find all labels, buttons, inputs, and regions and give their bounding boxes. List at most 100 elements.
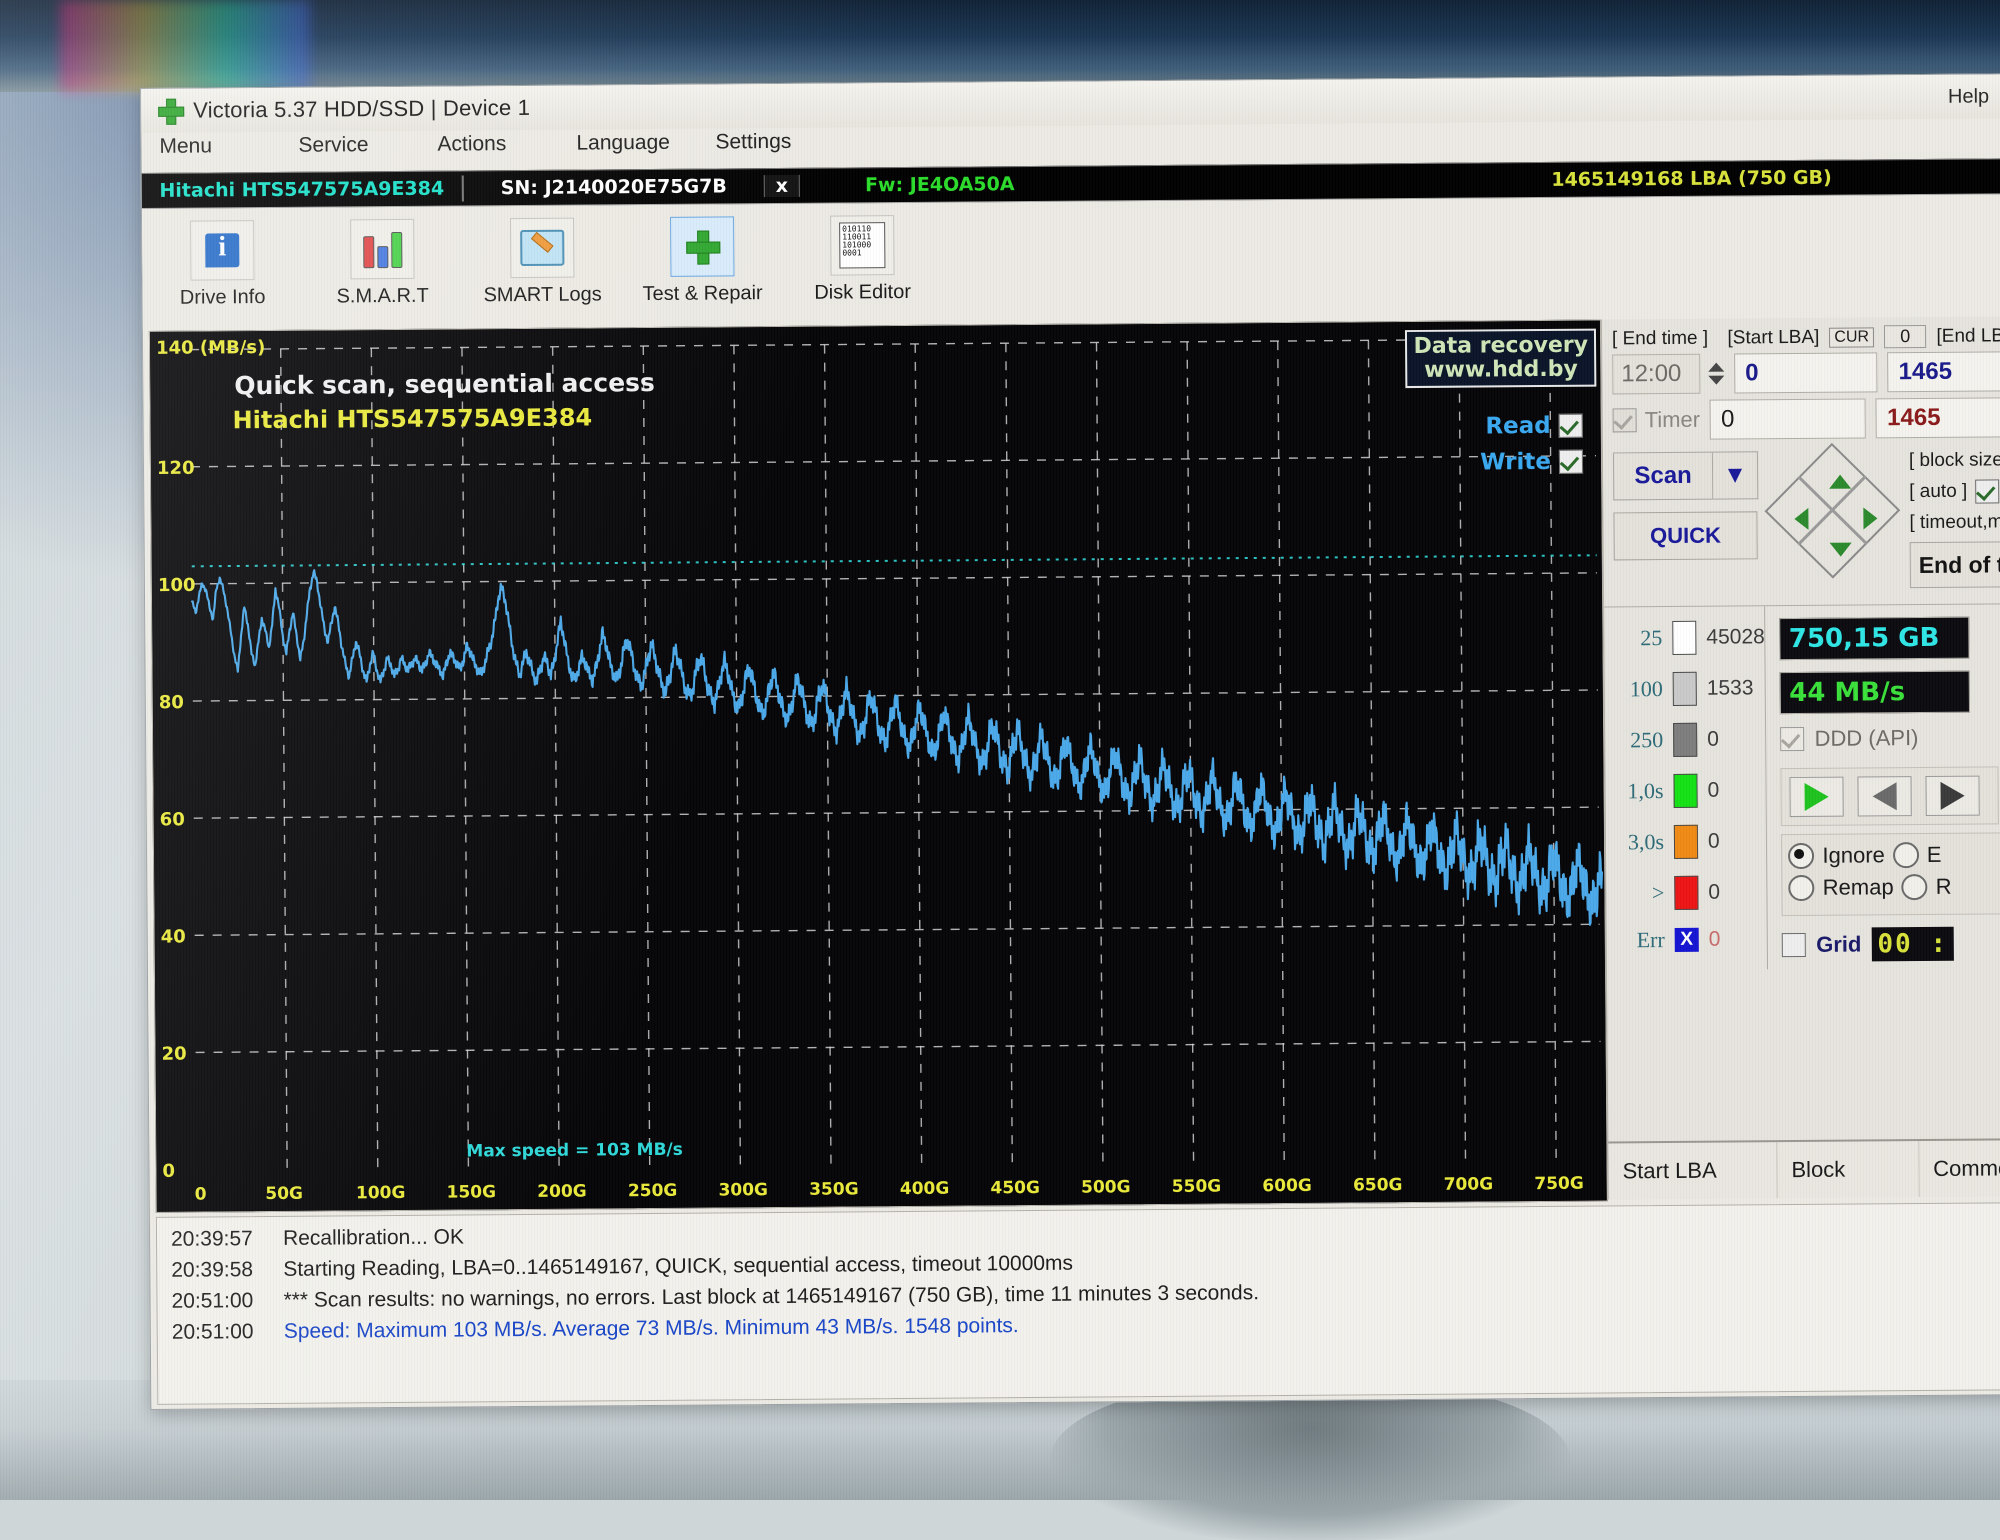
device-model: Hitachi HTS547575A9E384: [159, 177, 445, 202]
restore-radio[interactable]: [1901, 873, 1928, 901]
stat-threshold: >: [1651, 880, 1665, 906]
svg-text:550G: 550G: [1172, 1177, 1222, 1197]
start-lba-input-secondary[interactable]: 0: [1709, 398, 1867, 440]
svg-text:500G: 500G: [1081, 1177, 1131, 1197]
stat-count: 0: [1708, 880, 1721, 904]
auto-label: [ auto ]: [1909, 480, 1968, 503]
end-lba-input[interactable]: 1465: [1887, 351, 2000, 393]
quick-button[interactable]: QUICK: [1613, 511, 1758, 561]
capacity-display: 750,15 GB: [1779, 616, 1970, 661]
timer-checkbox[interactable]: [1612, 408, 1637, 433]
log-message: Recallibration... OK: [282, 1225, 465, 1250]
toolbar-button-drive-info[interactable]: Drive Info: [170, 220, 275, 331]
ddd-api-toggle[interactable]: DDD (API): [1780, 724, 2000, 752]
stat-threshold: 100: [1629, 676, 1663, 702]
ignore-radio[interactable]: [1788, 842, 1815, 870]
log-panel[interactable]: 20:39:57 Recallibration... OK 20:39:58 S…: [155, 1202, 2000, 1405]
svg-text:650G: 650G: [1353, 1175, 1403, 1195]
menu-item-language[interactable]: Language: [576, 128, 715, 157]
svg-text:350G: 350G: [809, 1179, 859, 1199]
column-block[interactable]: Block: [1777, 1141, 1920, 1199]
menu-item-service[interactable]: Service: [298, 131, 437, 160]
write-checkbox[interactable]: [1558, 449, 1584, 474]
svg-text:200G: 200G: [537, 1182, 587, 1202]
scan-graph[interactable]: 0 20 40 60 80 100 120 0 50G 100G 150G 200G 250G 300G 3…: [148, 319, 1608, 1213]
svg-text:50G: 50G: [265, 1184, 303, 1204]
stat-count: 0: [1707, 727, 1719, 751]
stat-row: 3,0s 0: [1618, 824, 1767, 859]
auto-checkbox[interactable]: [1975, 479, 2000, 504]
green-cross-icon: [670, 216, 735, 277]
svg-text:150G: 150G: [447, 1182, 497, 1202]
toolbar-label: Disk Editor: [814, 280, 912, 304]
end-lba-label: [End LBA]: [1936, 324, 2000, 347]
play-icon[interactable]: [1789, 776, 1845, 818]
stats-and-info-row: 25 45028 100 1533 250 0 1,0s 0 3,0s 0 > …: [1604, 603, 2000, 971]
stat-row: Err X 0: [1619, 926, 1768, 953]
victoria-app-window: Victoria 5.37 HDD/SSD | Device 1 Help Me…: [140, 73, 2000, 1410]
help-menu[interactable]: Help: [1948, 85, 2000, 108]
end-lba-input-secondary[interactable]: 1465: [1875, 397, 2000, 439]
next-icon[interactable]: [1925, 775, 1981, 816]
stat-threshold: 25: [1640, 625, 1663, 651]
end-time-spinner[interactable]: [1708, 362, 1725, 385]
erase-label: E: [1926, 841, 1942, 867]
stat-row: 1,0s 0: [1617, 773, 1766, 808]
column-start-lba[interactable]: Start LBA: [1608, 1142, 1778, 1200]
end-time-field[interactable]: 12:00: [1612, 353, 1701, 395]
close-device-button[interactable]: x: [763, 174, 800, 198]
back-icon[interactable]: [1857, 776, 1913, 817]
svg-text:100: 100: [158, 575, 196, 596]
svg-text:0: 0: [195, 1185, 207, 1205]
toolbar-button-smart[interactable]: S.M.A.R.T: [330, 218, 435, 330]
toolbar-button-test-repair[interactable]: Test & Repair: [643, 216, 763, 327]
toolbar-button-disk-editor[interactable]: 010110 110011 101000 0001 Disk Editor: [810, 215, 915, 326]
binary-page-icon: 010110 110011 101000 0001: [830, 215, 895, 276]
results-table-header: Start LBA Block Comment: [1608, 1138, 2000, 1200]
toolbar-button-smart-logs[interactable]: SMART Logs: [483, 217, 602, 328]
menu-item-menu[interactable]: Menu: [159, 132, 298, 161]
grid-checkbox[interactable]: [1782, 932, 1807, 958]
stat-threshold: 1,0s: [1627, 778, 1664, 804]
navigation-buttons: [1780, 766, 2000, 827]
dpad-right-icon[interactable]: [1863, 507, 1878, 530]
svg-text:0: 0: [162, 1161, 175, 1182]
scan-dropdown-button[interactable]: ▼: [1712, 451, 1759, 500]
start-lba-input[interactable]: 0: [1734, 352, 1878, 394]
stat-count: 0: [1707, 829, 1720, 853]
timer-label: Timer: [1644, 406, 1701, 433]
dpad-up-icon[interactable]: [1829, 474, 1852, 489]
write-toggle-row[interactable]: Write: [1480, 449, 1584, 475]
error-action-radios: Ignore E Remap R: [1781, 832, 2000, 917]
speed-display: 44 MB/s: [1780, 670, 1971, 715]
scan-button[interactable]: Scan: [1612, 451, 1714, 501]
stat-swatch: [1672, 671, 1697, 706]
menu-item-actions[interactable]: Actions: [437, 130, 576, 159]
end-of-test-select[interactable]: End of te: [1909, 541, 2000, 589]
radio-row: Ignore E: [1788, 841, 2000, 870]
timer-toggle[interactable]: Timer: [1612, 406, 1701, 434]
window-title: Victoria 5.37 HDD/SSD | Device 1: [193, 94, 531, 123]
ddd-checkbox[interactable]: [1780, 726, 1805, 752]
svg-text:20: 20: [162, 1044, 187, 1065]
erase-radio[interactable]: [1892, 842, 1919, 869]
grid-label: Grid: [1816, 931, 1862, 957]
dpad-diamond-icon[interactable]: [1764, 442, 1901, 581]
auto-option-row[interactable]: [ auto ]: [1909, 479, 2000, 504]
svg-text:120: 120: [157, 458, 195, 479]
dpad-down-icon[interactable]: [1829, 542, 1852, 557]
scan-graph-canvas: 0 20 40 60 80 100 120 0 50G 100G 150G 200G 250G 300G 3…: [149, 320, 1607, 1212]
column-comment[interactable]: Comment: [1919, 1140, 2000, 1197]
logo-line-2: www.hdd.by: [1424, 356, 1578, 383]
log-message: Speed: Maximum 103 MB/s. Average 73 MB/s…: [283, 1314, 1019, 1343]
device-serial: SN: J2140020E75G7B: [500, 175, 727, 200]
stat-swatch: [1673, 722, 1698, 757]
read-checkbox[interactable]: [1558, 413, 1583, 438]
svg-text:750G: 750G: [1534, 1174, 1584, 1194]
read-toggle-row[interactable]: Read: [1485, 413, 1583, 439]
dpad-left-icon[interactable]: [1794, 507, 1809, 531]
menu-item-settings[interactable]: Settings: [715, 127, 854, 156]
remap-radio[interactable]: [1788, 874, 1815, 902]
elapsed-clock: 00 :: [1871, 926, 1955, 962]
log-time: 20:39:58: [171, 1258, 254, 1282]
